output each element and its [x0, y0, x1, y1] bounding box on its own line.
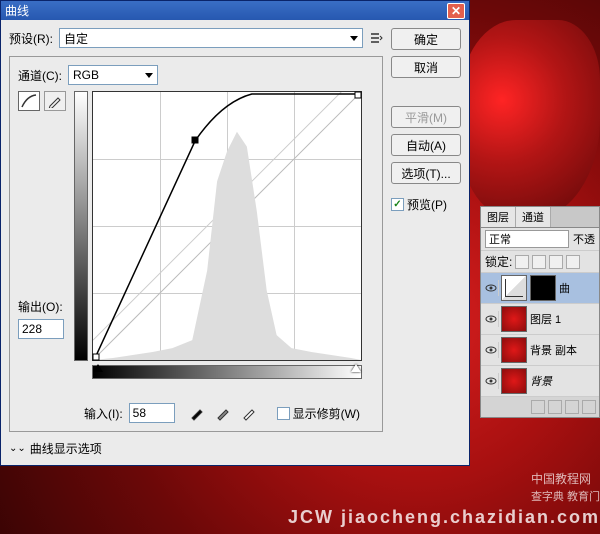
layer-name: 背景 副本 [530, 342, 597, 358]
layer-thumbnail [501, 368, 527, 394]
layer-item[interactable]: 背景 [481, 366, 599, 397]
layer-name: 图层 1 [530, 311, 597, 327]
watermark-en: JCW jiaocheng.chazidian.com [288, 507, 600, 528]
checkbox-icon: ✓ [391, 198, 404, 211]
layer-thumbnail [501, 306, 527, 332]
visibility-icon[interactable] [483, 373, 499, 389]
white-eyedropper-icon[interactable] [241, 405, 261, 421]
cancel-button[interactable]: 取消 [391, 56, 461, 78]
visibility-icon[interactable] [483, 311, 499, 327]
titlebar[interactable]: 曲线 ✕ [1, 1, 469, 20]
watermark-cn: 中国教程网 查字典 教育门 [531, 470, 600, 504]
close-button[interactable]: ✕ [447, 3, 465, 19]
lock-pixels-icon[interactable] [532, 255, 546, 269]
curve-tool-button[interactable] [18, 91, 40, 111]
visibility-icon[interactable] [483, 342, 499, 358]
opacity-label: 不透 [573, 231, 595, 247]
ok-button[interactable]: 确定 [391, 28, 461, 50]
dialog-title: 曲线 [5, 2, 447, 19]
curve-black-point[interactable] [92, 354, 99, 361]
lock-all-icon[interactable] [566, 255, 580, 269]
vertical-gradient [74, 91, 88, 361]
curve-line [93, 92, 361, 360]
layer-name: 曲 [559, 280, 597, 296]
options-button[interactable]: 选项(T)... [391, 162, 461, 184]
tab-channels[interactable]: 通道 [516, 207, 551, 227]
panel-tabs: 图层 通道 [481, 207, 599, 228]
preset-select[interactable]: 自定 [59, 28, 363, 48]
gray-eyedropper-icon[interactable] [215, 405, 235, 421]
black-eyedropper-icon[interactable] [189, 405, 209, 421]
auto-button[interactable]: 自动(A) [391, 134, 461, 156]
curve-white-point[interactable] [355, 91, 362, 98]
visibility-icon[interactable] [483, 280, 499, 296]
chevron-down-icon [350, 36, 358, 41]
curves-dialog: 曲线 ✕ 预设(R): 自定 通道(C): RGB [0, 0, 470, 466]
blend-mode-select[interactable]: 正常 [485, 230, 569, 248]
input-input[interactable] [129, 403, 175, 423]
pencil-tool-button[interactable] [44, 91, 66, 111]
lock-transparent-icon[interactable] [515, 255, 529, 269]
panel-footer [481, 397, 599, 417]
curve-control-point[interactable] [191, 137, 198, 144]
preset-label: 预设(R): [9, 30, 53, 47]
chevron-down-icon [145, 73, 153, 78]
layer-name: 背景 [530, 373, 597, 389]
link-icon[interactable] [531, 400, 545, 414]
checkbox-icon [277, 407, 290, 420]
preset-menu-icon[interactable] [369, 31, 383, 45]
layer-thumbnail [501, 337, 527, 363]
channel-select[interactable]: RGB [68, 65, 158, 85]
layer-item[interactable]: 曲 [481, 273, 599, 304]
horizontal-gradient [92, 365, 362, 379]
lock-position-icon[interactable] [549, 255, 563, 269]
expand-chevron-icon: ⌄⌄ [9, 443, 26, 454]
black-slider[interactable] [93, 364, 103, 372]
expand-options[interactable]: ⌄⌄ 曲线显示选项 [9, 440, 383, 457]
output-input[interactable] [18, 319, 64, 339]
mask-icon[interactable] [565, 400, 579, 414]
smooth-button: 平滑(M) [391, 106, 461, 128]
fx-icon[interactable] [548, 400, 562, 414]
layers-panel: 图层 通道 正常 不透 锁定: 曲 图层 1 背景 副本 背景 [480, 206, 600, 418]
output-label: 输出(O): [18, 298, 68, 315]
layer-mask-thumbnail [530, 275, 556, 301]
white-slider[interactable] [351, 364, 361, 372]
curve-graph[interactable] [92, 91, 362, 361]
input-label: 输入(I): [84, 405, 123, 422]
tab-layers[interactable]: 图层 [481, 207, 516, 227]
layer-item[interactable]: 图层 1 [481, 304, 599, 335]
show-clip-checkbox[interactable]: 显示修剪(W) [277, 405, 360, 422]
adjustment-icon[interactable] [582, 400, 596, 414]
channel-label: 通道(C): [18, 67, 62, 84]
preview-checkbox[interactable]: ✓ 预览(P) [391, 196, 461, 213]
curve-container: 通道(C): RGB [9, 56, 383, 432]
layer-item[interactable]: 背景 副本 [481, 335, 599, 366]
layer-thumbnail [501, 275, 527, 301]
lock-label: 锁定: [485, 253, 512, 270]
